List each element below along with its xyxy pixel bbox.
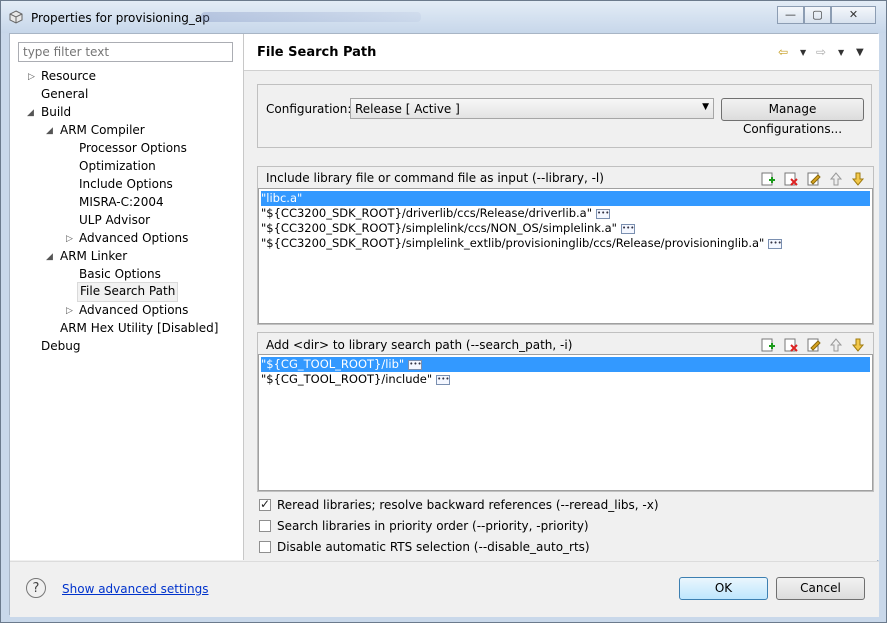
list-item[interactable]: "${CC3200_SDK_ROOT}/simplelink_extlib/pr… (261, 236, 783, 251)
disable-auto-rts-label: Disable automatic RTS selection (--disab… (277, 540, 590, 554)
move-up-icon[interactable] (828, 337, 844, 353)
tree-item-basic-options[interactable]: Basic Options (79, 265, 161, 283)
ellipsis-icon[interactable]: ••• (408, 359, 423, 370)
cancel-button[interactable]: Cancel (776, 577, 865, 600)
close-button[interactable]: ✕ (831, 6, 876, 24)
library-list[interactable]: "libc.a" "${CC3200_SDK_ROOT}/driverlib/c… (258, 188, 873, 324)
ellipsis-icon[interactable]: ••• (595, 208, 610, 219)
list-item[interactable]: "${CC3200_SDK_ROOT}/driverlib/ccs/Releas… (261, 206, 610, 221)
configuration-value: Release [ Active ] (355, 102, 460, 116)
priority-order-label: Search libraries in priority order (--pr… (277, 519, 589, 533)
tree-item-optimization[interactable]: Optimization (79, 157, 156, 175)
move-up-icon[interactable] (828, 171, 844, 187)
list-item[interactable]: "${CG_TOOL_ROOT}/include" ••• (261, 372, 451, 387)
show-advanced-settings-link[interactable]: Show advanced settings (62, 582, 209, 596)
tree-collapse-icon[interactable]: ◢ (27, 108, 34, 118)
tree-collapse-icon[interactable]: ◢ (46, 252, 53, 262)
ellipsis-icon[interactable]: ••• (620, 223, 635, 234)
search-path-list-header: Add <dir> to library search path (--sear… (266, 338, 573, 352)
list-item[interactable]: "${CC3200_SDK_ROOT}/simplelink/ccs/NON_O… (261, 221, 635, 236)
tree-expand-icon[interactable]: ▷ (66, 234, 73, 244)
list-item[interactable]: "libc.a" (261, 191, 870, 206)
ok-button[interactable]: OK (679, 577, 768, 600)
delete-icon[interactable] (783, 337, 799, 353)
tree-collapse-icon[interactable]: ◢ (46, 126, 53, 136)
maximize-button[interactable]: ▢ (804, 6, 831, 24)
tree-item-processor-options[interactable]: Processor Options (79, 139, 187, 157)
back-arrow-icon[interactable]: ⇦ (778, 45, 788, 59)
filter-input[interactable] (18, 42, 233, 62)
ellipsis-icon[interactable]: ••• (768, 238, 783, 249)
reread-libraries-label: Reread libraries; resolve backward refer… (277, 498, 659, 512)
category-tree-panel: ▷ Resource General ◢ Build ◢ ARM Compile… (10, 34, 244, 560)
page-title: File Search Path (257, 45, 377, 60)
background-text-blur (201, 12, 421, 22)
chevron-down-icon: ▼ (702, 102, 709, 112)
tree-item-misra[interactable]: MISRA-C:2004 (79, 193, 164, 211)
tree-item-file-search-path[interactable]: File Search Path (77, 282, 179, 302)
move-down-icon[interactable] (850, 337, 866, 353)
property-page: File Search Path ⇦ ▼ ⇨ ▼ ▼ Configuration… (244, 34, 879, 560)
tree-item-linker-advanced-options[interactable]: Advanced Options (79, 301, 188, 319)
forward-menu-icon[interactable]: ▼ (838, 48, 844, 57)
tree-expand-icon[interactable]: ▷ (28, 72, 35, 82)
add-icon[interactable] (760, 171, 776, 187)
configuration-select[interactable]: Release [ Active ] ▼ (350, 98, 714, 119)
cube-icon (9, 10, 23, 24)
tree-item-arm-linker[interactable]: ARM Linker (60, 247, 127, 265)
forward-arrow-icon[interactable]: ⇨ (816, 45, 826, 59)
tree-expand-icon[interactable]: ▷ (66, 306, 73, 316)
minimize-button[interactable]: — (777, 6, 804, 24)
back-menu-icon[interactable]: ▼ (800, 48, 806, 57)
tree-item-resource[interactable]: Resource (41, 67, 96, 85)
tree-item-arm-compiler[interactable]: ARM Compiler (60, 121, 145, 139)
disable-auto-rts-checkbox[interactable] (259, 541, 271, 553)
delete-icon[interactable] (783, 171, 799, 187)
page-header: File Search Path ⇦ ▼ ⇨ ▼ ▼ (244, 34, 879, 71)
tree-item-general[interactable]: General (41, 85, 88, 103)
priority-order-checkbox[interactable] (259, 520, 271, 532)
dialog-footer: ? Show advanced settings OK Cancel (10, 561, 879, 617)
dialog-body: ▷ Resource General ◢ Build ◢ ARM Compile… (9, 33, 879, 617)
properties-window: Properties for provisioning_ap — ▢ ✕ ▷ R… (0, 0, 887, 623)
tree-item-compiler-advanced-options[interactable]: Advanced Options (79, 229, 188, 247)
tree-item-include-options[interactable]: Include Options (79, 175, 173, 193)
edit-icon[interactable] (806, 171, 822, 187)
search-path-list[interactable]: "${CG_TOOL_ROOT}/lib" ••• "${CG_TOOL_ROOT… (258, 354, 873, 491)
tree-item-build[interactable]: Build (41, 103, 71, 121)
list-item[interactable]: "${CG_TOOL_ROOT}/lib" ••• (261, 357, 870, 372)
title-bar[interactable]: Properties for provisioning_ap — ▢ ✕ (1, 1, 886, 33)
manage-configurations-button[interactable]: Manage Configurations... (721, 98, 864, 136)
reread-libraries-checkbox[interactable] (259, 497, 271, 511)
configuration-label: Configuration: (266, 102, 352, 116)
tree-item-arm-hex-utility[interactable]: ARM Hex Utility [Disabled] (60, 319, 218, 337)
window-title: Properties for provisioning_ap (31, 11, 210, 25)
edit-icon[interactable] (806, 337, 822, 353)
tree-item-ulp-advisor[interactable]: ULP Advisor (79, 211, 150, 229)
tree-item-debug[interactable]: Debug (41, 337, 80, 355)
help-icon[interactable]: ? (26, 578, 46, 598)
ellipsis-icon[interactable]: ••• (436, 374, 451, 385)
move-down-icon[interactable] (850, 171, 866, 187)
add-icon[interactable] (760, 337, 776, 353)
library-list-header: Include library file or command file as … (266, 171, 604, 185)
view-menu-icon[interactable]: ▼ (856, 47, 864, 58)
